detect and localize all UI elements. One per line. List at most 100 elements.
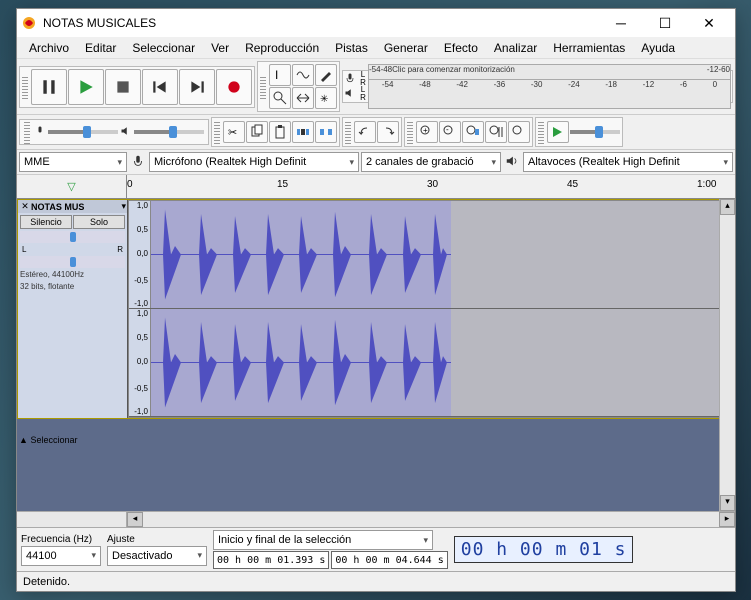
silence-button[interactable] bbox=[315, 121, 337, 143]
track-select-label[interactable]: Seleccionar bbox=[30, 435, 77, 445]
redo-button[interactable] bbox=[377, 121, 399, 143]
scroll-right-icon[interactable]: ▸ bbox=[719, 512, 735, 527]
timeshift-tool[interactable] bbox=[292, 87, 314, 109]
playback-meter[interactable]: -54 -48 -42 -36 -30 -24 -18 -12 -6 0 bbox=[368, 79, 731, 109]
maximize-button[interactable]: ☐ bbox=[643, 9, 687, 37]
envelope-tool[interactable] bbox=[292, 64, 314, 86]
project-rate-label: Frecuencia (Hz) bbox=[21, 534, 101, 545]
recording-device-combo[interactable]: Micrófono (Realtek High Definit bbox=[149, 152, 359, 172]
selection-mode-combo[interactable]: Inicio y final de la selección bbox=[213, 530, 433, 550]
gain-slider[interactable] bbox=[20, 231, 125, 243]
grip-icon[interactable] bbox=[22, 75, 28, 99]
scroll-up-icon[interactable]: ▴ bbox=[720, 199, 735, 215]
scroll-down-icon[interactable]: ▾ bbox=[720, 495, 735, 511]
speaker-icon bbox=[503, 154, 521, 171]
stop-button[interactable] bbox=[105, 69, 141, 105]
time-mark: 45 bbox=[567, 179, 578, 190]
project-rate-combo[interactable]: 44100 bbox=[21, 546, 101, 566]
track-control-panel: ✕ NOTAS MUS ▾ Silencio Solo LR Estéreo, … bbox=[18, 200, 128, 418]
recording-channels-combo[interactable]: 2 canales de grabació bbox=[361, 152, 501, 172]
multi-tool[interactable]: ✳ bbox=[315, 87, 337, 109]
pause-button[interactable] bbox=[31, 69, 67, 105]
time-mark: 0 bbox=[127, 179, 133, 190]
grip-icon[interactable] bbox=[24, 120, 30, 144]
menu-pistas[interactable]: Pistas bbox=[327, 39, 376, 57]
pan-slider[interactable] bbox=[20, 256, 125, 268]
meter-tick: -48 bbox=[381, 65, 393, 74]
cut-button[interactable]: ✂ bbox=[223, 121, 245, 143]
track-menu-button[interactable]: ▾ bbox=[121, 201, 126, 212]
app-window: NOTAS MUSICALES ─ ☐ ✕ Archivo Editar Sel… bbox=[16, 8, 736, 592]
skip-end-button[interactable] bbox=[179, 69, 215, 105]
zoom-in-button[interactable]: + bbox=[416, 121, 438, 143]
play-at-speed-button[interactable] bbox=[547, 121, 569, 143]
menu-editar[interactable]: Editar bbox=[77, 39, 124, 57]
track-close-button[interactable]: ✕ bbox=[19, 201, 31, 212]
track-waveform[interactable]: 1,0 0,5 0,0 -0,5 -1,0 bbox=[128, 200, 734, 418]
zoom-tool[interactable] bbox=[269, 87, 291, 109]
status-text: Detenido. bbox=[23, 576, 70, 588]
record-button[interactable] bbox=[216, 69, 252, 105]
menu-herramientas[interactable]: Herramientas bbox=[545, 39, 633, 57]
menu-efecto[interactable]: Efecto bbox=[436, 39, 486, 57]
selection-end-field[interactable]: 00 h 00 m 04.644 s bbox=[331, 551, 447, 569]
menu-archivo[interactable]: Archivo bbox=[21, 39, 77, 57]
zoom-out-button[interactable]: - bbox=[439, 121, 461, 143]
audio-clip-right[interactable] bbox=[151, 309, 451, 416]
menu-generar[interactable]: Generar bbox=[376, 39, 436, 57]
copy-button[interactable] bbox=[246, 121, 268, 143]
grip-icon[interactable] bbox=[260, 75, 266, 99]
audio-host-combo[interactable]: MME bbox=[19, 152, 127, 172]
menu-ver[interactable]: Ver bbox=[203, 39, 237, 57]
horizontal-scrollbar[interactable]: ◂ ▸ bbox=[17, 511, 735, 527]
audio-clip-left[interactable] bbox=[151, 201, 451, 308]
fit-selection-button[interactable] bbox=[462, 121, 484, 143]
speaker-icon bbox=[120, 125, 132, 140]
snap-combo[interactable]: Desactivado bbox=[107, 546, 207, 566]
playback-device-combo[interactable]: Altavoces (Realtek High Definit bbox=[523, 152, 733, 172]
minimize-button[interactable]: ─ bbox=[599, 9, 643, 37]
close-button[interactable]: ✕ bbox=[687, 9, 731, 37]
solo-button[interactable]: Solo bbox=[73, 215, 125, 229]
meter-tick: -12 bbox=[643, 80, 655, 89]
selection-tool[interactable]: I bbox=[269, 64, 291, 86]
scroll-left-icon[interactable]: ◂ bbox=[127, 512, 143, 527]
collapse-icon[interactable]: ▲ bbox=[19, 435, 28, 445]
paste-button[interactable] bbox=[269, 121, 291, 143]
vertical-scrollbar[interactable]: ▴ ▾ bbox=[719, 199, 735, 511]
trim-button[interactable] bbox=[292, 121, 314, 143]
play-button[interactable] bbox=[68, 69, 104, 105]
menu-ayuda[interactable]: Ayuda bbox=[633, 39, 683, 57]
menu-reproduccion[interactable]: Reproducción bbox=[237, 39, 327, 57]
grip-icon[interactable] bbox=[407, 120, 413, 144]
undo-button[interactable] bbox=[354, 121, 376, 143]
mic-icon bbox=[129, 154, 147, 171]
pin-icon[interactable]: ▽ bbox=[67, 180, 75, 193]
track-bitdepth: 32 bits, flotante bbox=[20, 282, 125, 292]
zoom-toggle-button[interactable] bbox=[508, 121, 530, 143]
meter-tick: -30 bbox=[531, 80, 543, 89]
menu-seleccionar[interactable]: Seleccionar bbox=[124, 39, 203, 57]
skip-start-button[interactable] bbox=[142, 69, 178, 105]
amplitude-scale: 1,0 0,5 0,0 -0,5 -1,0 bbox=[129, 309, 151, 416]
recording-volume-slider[interactable] bbox=[48, 130, 118, 134]
grip-icon[interactable] bbox=[214, 120, 220, 144]
mute-button[interactable]: Silencio bbox=[20, 215, 72, 229]
audio-position-display[interactable]: 00 h 00 m 01 s bbox=[454, 536, 634, 563]
meter-tick: -48 bbox=[419, 80, 431, 89]
selection-start-field[interactable]: 00 h 00 m 01.393 s bbox=[213, 551, 329, 569]
playback-speed-slider[interactable] bbox=[570, 130, 620, 134]
grip-icon[interactable] bbox=[538, 120, 544, 144]
speaker-icon bbox=[344, 87, 358, 102]
playback-volume-slider[interactable] bbox=[134, 130, 204, 134]
grip-icon[interactable] bbox=[345, 120, 351, 144]
mic-icon bbox=[344, 72, 358, 87]
titlebar: NOTAS MUSICALES ─ ☐ ✕ bbox=[17, 9, 735, 37]
amplitude-scale: 1,0 0,5 0,0 -0,5 -1,0 bbox=[129, 201, 151, 308]
draw-tool[interactable] bbox=[315, 64, 337, 86]
menu-analizar[interactable]: Analizar bbox=[486, 39, 545, 57]
track-name[interactable]: NOTAS MUS bbox=[31, 202, 121, 212]
fit-project-button[interactable] bbox=[485, 121, 507, 143]
timeline-ruler[interactable]: ▽ 0 15 30 45 1:00 bbox=[17, 175, 735, 199]
svg-text:✳: ✳ bbox=[320, 94, 328, 105]
